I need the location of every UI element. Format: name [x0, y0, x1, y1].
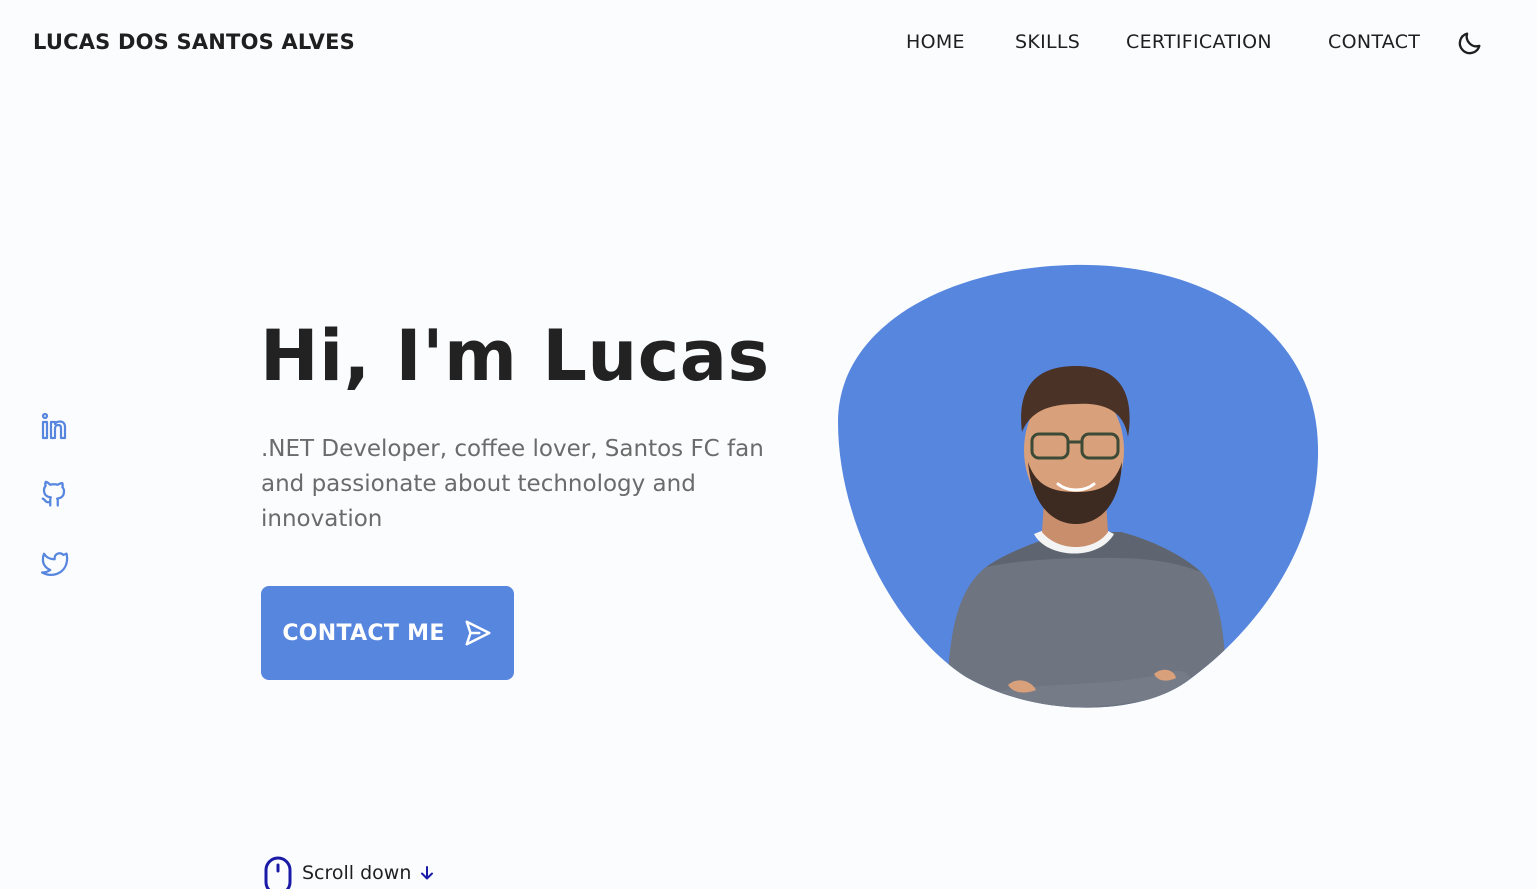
nav-contact[interactable]: CONTACT — [1328, 31, 1420, 53]
twitter-link[interactable] — [36, 545, 72, 581]
brand-logo[interactable]: LUCAS DOS SANTOS ALVES — [33, 30, 355, 54]
contact-me-label: CONTACT ME — [282, 620, 445, 646]
scroll-down-link[interactable]: Scroll down — [262, 856, 435, 889]
arrow-down-icon — [421, 866, 434, 880]
send-icon — [465, 620, 491, 646]
scroll-down-label: Scroll down — [302, 862, 412, 884]
nav-certification[interactable]: CERTIFICATION — [1126, 31, 1272, 53]
nav-home[interactable]: HOME — [906, 31, 965, 53]
contact-me-button[interactable]: CONTACT ME — [261, 586, 514, 680]
linkedin-icon — [41, 412, 67, 440]
profile-photo — [838, 264, 1319, 708]
hero-title: Hi, I'm Lucas — [260, 315, 770, 397]
hero-description: .NET Developer, coffee lover, Santos FC … — [261, 436, 764, 532]
github-link[interactable] — [36, 475, 72, 511]
theme-toggle-button[interactable] — [1455, 28, 1485, 58]
github-icon — [41, 480, 66, 507]
linkedin-link[interactable] — [36, 408, 72, 444]
page: LUCAS DOS SANTOS ALVES HOME SKILLS CERTI… — [0, 0, 1537, 889]
nav-skills[interactable]: SKILLS — [1015, 31, 1080, 53]
header: LUCAS DOS SANTOS ALVES HOME SKILLS CERTI… — [0, 0, 1537, 88]
twitter-icon — [41, 552, 69, 577]
profile-blob — [836, 262, 1320, 714]
mouse-icon — [264, 856, 292, 889]
moon-icon — [1458, 32, 1481, 55]
